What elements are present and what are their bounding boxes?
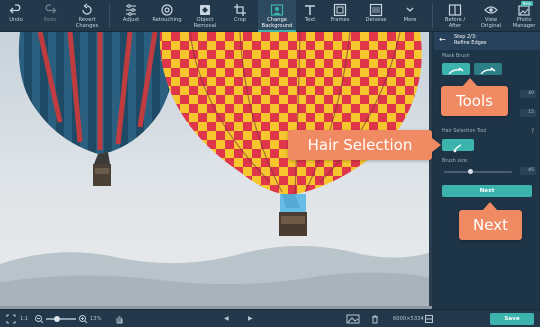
object-removal-label: Object Removal [193, 17, 217, 29]
before-after-label: Before / After [444, 17, 466, 29]
next-button[interactable]: Next [442, 185, 532, 197]
crop-button[interactable]: Crop [226, 0, 254, 32]
toolbar-divider [432, 4, 433, 28]
more-label: More [403, 17, 417, 23]
zoom-out-icon[interactable] [34, 314, 44, 324]
revert-changes-button[interactable]: Revert Changes [70, 0, 104, 32]
export-icon[interactable] [424, 314, 434, 324]
more-button[interactable]: More [396, 0, 424, 32]
adjust-label: Adjust [122, 17, 140, 23]
frames-label: Frames [330, 17, 350, 23]
sliders-icon [126, 4, 136, 16]
photo-manager-button[interactable]: Photo Manager New [508, 0, 540, 32]
new-badge: New [521, 1, 533, 6]
brush-size-slider-handle[interactable] [468, 169, 473, 174]
revert-changes-label: Revert Changes [75, 17, 99, 29]
hair-selection-callout-text: Hair Selection [307, 136, 413, 154]
frames-button[interactable]: Frames [326, 0, 354, 32]
text-label: Text [304, 17, 316, 23]
next-callout-arrow [482, 202, 498, 211]
canvas-vertical-scrollbar[interactable] [429, 32, 432, 306]
view-original-label: View Original [480, 17, 502, 29]
help-icon[interactable]: ? [531, 129, 534, 135]
refine-edges-panel: ← Step 2/3: Refine Edges Mask Brush 40 1… [434, 32, 540, 309]
object-removal-button[interactable]: Object Removal [188, 0, 222, 32]
panel-header: ← Step 2/3: Refine Edges [434, 32, 540, 50]
object-removal-icon [200, 5, 210, 15]
toolbar-divider [109, 4, 110, 28]
brush-size-slider[interactable] [444, 171, 512, 173]
image-info-icon[interactable] [346, 314, 360, 324]
change-background-icon [270, 4, 284, 16]
brush-remove-button[interactable] [474, 63, 502, 75]
frames-icon [333, 3, 347, 17]
save-button[interactable]: Save [490, 313, 534, 325]
revert-icon [82, 3, 92, 15]
denoise-label: Denoise [365, 17, 387, 23]
denoise-button[interactable]: Denoise [360, 0, 392, 32]
back-arrow-icon[interactable]: ← [439, 36, 446, 44]
hair-selection-callout-arrow [432, 138, 441, 152]
text-icon [305, 5, 315, 15]
hair-selection-tool-label: Hair Selection Tool [442, 129, 487, 134]
undo-label: Undo [9, 17, 23, 23]
eye-icon [484, 6, 498, 14]
hand-tool-icon[interactable] [114, 314, 124, 324]
zoom-in-icon[interactable] [78, 314, 88, 324]
brush-softness-field[interactable]: 15 [520, 109, 536, 117]
denoise-icon [369, 3, 383, 17]
retouch-icon [161, 4, 173, 16]
next-callout: Next [459, 210, 522, 240]
zoom-level: 13% [90, 316, 102, 322]
text-button[interactable]: Text [298, 0, 322, 32]
retouching-button[interactable]: Retouching [150, 0, 184, 32]
tools-callout-text: Tools [456, 92, 493, 110]
next-image-icon[interactable]: ▶ [248, 310, 253, 327]
undo-button[interactable]: Undo [2, 0, 30, 32]
previous-image-icon[interactable]: ◀ [224, 310, 229, 327]
brush-plus-icon [448, 67, 464, 75]
status-bar: 1:1 13% ◀ ▶ 6000×5334 Save [0, 309, 540, 327]
view-original-button[interactable]: View Original [476, 0, 506, 32]
hair-brush-icon [453, 144, 462, 153]
before-after-button[interactable]: Before / After [438, 0, 472, 32]
hair-selection-callout: Hair Selection [288, 130, 432, 160]
mask-brush-label: Mask Brush [442, 54, 470, 59]
balloon-photo [0, 32, 432, 309]
crop-icon [234, 4, 246, 16]
redo-icon [45, 4, 57, 14]
zoom-slider[interactable] [46, 318, 76, 320]
brush-size-value[interactable]: 45 [520, 167, 536, 175]
tools-callout: Tools [441, 86, 508, 116]
before-after-icon [448, 4, 462, 16]
adjust-button[interactable]: Adjust [117, 0, 145, 32]
change-background-button[interactable]: Change Background [258, 0, 296, 32]
photo-manager-label: Photo Manager [512, 17, 536, 29]
chevron-down-icon [406, 7, 414, 12]
brush-add-button[interactable] [442, 63, 470, 75]
panel-title: Refine Edges [454, 40, 487, 46]
redo-label: Redo [43, 17, 57, 23]
undo-icon [9, 4, 21, 14]
fit-screen-icon[interactable] [6, 314, 16, 324]
hair-selection-tool-button[interactable] [442, 139, 474, 153]
brush-minus-icon [480, 67, 496, 75]
change-background-label: Change Background [261, 17, 293, 29]
brush-size-field[interactable]: 40 [520, 90, 536, 98]
crop-label: Crop [233, 17, 247, 23]
brush-size-label: Brush size: [442, 159, 469, 164]
image-dimensions: 6000×5334 [393, 316, 424, 322]
tools-callout-arrow [462, 78, 478, 87]
image-canvas[interactable] [0, 32, 432, 309]
zoom-slider-handle[interactable] [54, 316, 60, 322]
main-toolbar: Undo Redo Revert Changes Adjust Retouchi… [0, 0, 540, 32]
trash-icon[interactable] [370, 314, 380, 324]
redo-button[interactable]: Redo [36, 0, 64, 32]
next-callout-text: Next [473, 216, 508, 234]
actual-size-button[interactable]: 1:1 [20, 310, 28, 327]
retouching-label: Retouching [152, 17, 182, 23]
photo-editor-window: Undo Redo Revert Changes Adjust Retouchi… [0, 0, 540, 327]
